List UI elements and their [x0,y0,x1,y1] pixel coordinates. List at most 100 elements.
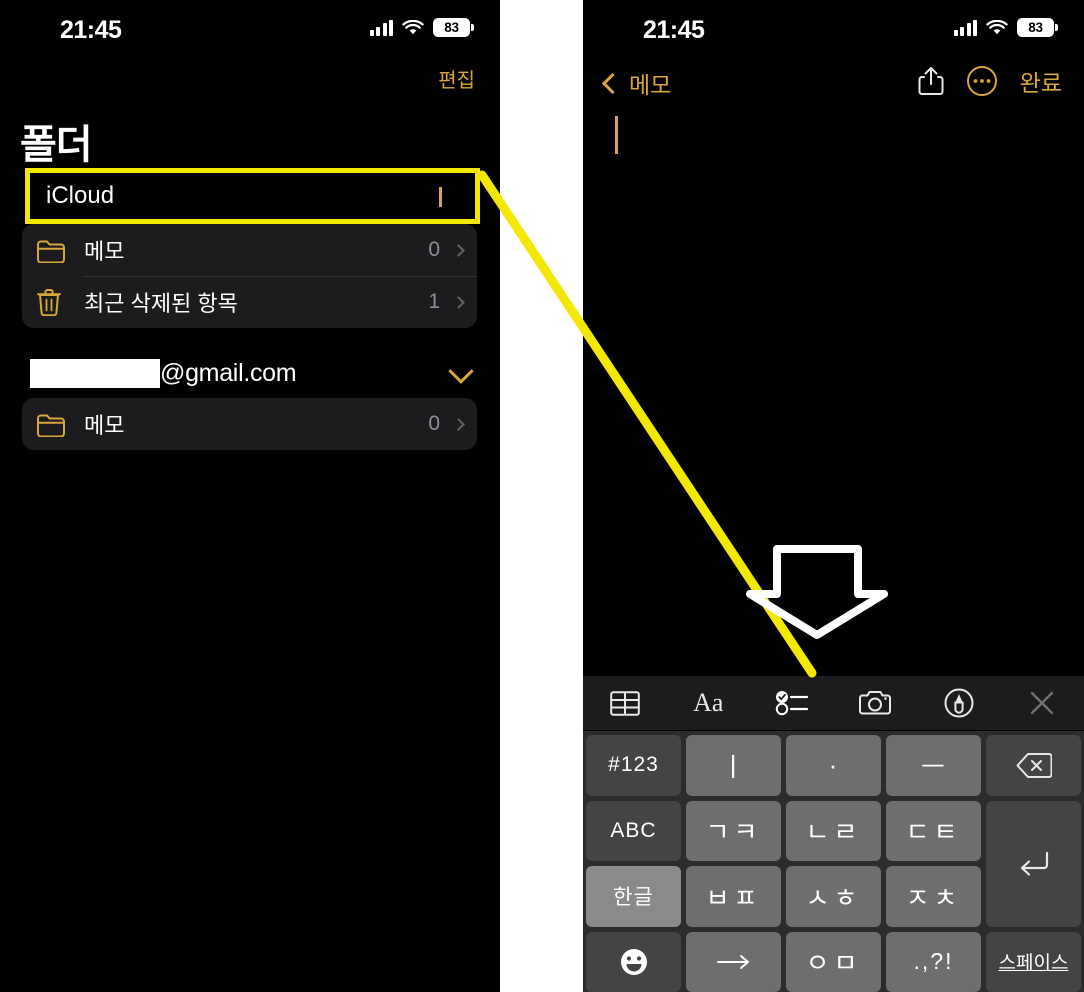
note-text-cursor [615,116,618,154]
chevron-down-icon-gmail [448,358,474,384]
status-indicators: 83 [953,18,1058,37]
chevron-right-icon [452,243,465,257]
status-time: 21:45 [643,16,705,44]
markup-button[interactable] [917,676,1001,730]
page-title: 폴더 [20,123,93,167]
folder-count: 0 [428,412,440,435]
note-format-toolbar: Aa [583,676,1084,730]
folder-row-icloud-recently-deleted[interactable]: 최근 삭제된 항목 1 [22,276,477,328]
folder-icon [36,238,84,263]
note-nav-actions: 완료 [918,64,1062,98]
edit-button[interactable]: 편집 [438,64,475,93]
chevron-down-icon-icloud [439,187,459,207]
back-to-notes-button[interactable]: 메모 [601,66,672,100]
wifi-icon [986,19,1008,34]
folder-count: 1 [428,290,440,313]
key-nieun-rieul[interactable]: ㄴㄹ [786,800,881,861]
folder-list-icloud: 메모 0 최근 삭제된 항목 1 [22,224,477,328]
battery-level: 83 [1028,19,1043,35]
folder-list-gmail: 메모 0 [22,398,477,450]
return-icon [1020,851,1048,876]
folder-row-gmail-memo[interactable]: 메모 0 [22,398,477,450]
close-x-icon [1031,691,1054,715]
format-button[interactable]: Aa [667,676,751,730]
key-space[interactable]: 스페이스 [986,931,1081,992]
folder-name: 메모 [84,413,125,438]
key-label: ㅇㅁ [805,948,862,979]
note-nav-bar: 메모 완료 [583,60,1084,106]
cellular-bars-icon [369,19,393,36]
status-bar-right: 21:45 83 [583,0,1084,56]
trash-icon [36,288,84,316]
done-button[interactable]: 완료 [1020,64,1062,98]
key-return[interactable] [986,800,1081,927]
checklist-icon [775,691,808,716]
table-icon [609,690,640,716]
key-label: ㄷㅌ [905,817,962,848]
key-label: · [828,749,839,780]
key-label: ㅣ [721,751,746,782]
key-siot-hieut[interactable]: ㅅㅎ [786,866,881,927]
battery-icon: 83 [1017,18,1058,37]
key-vowel-dot[interactable]: · [786,735,881,796]
status-indicators: 83 [369,18,474,37]
redacted-email-prefix [30,358,160,388]
camera-button[interactable] [834,676,918,730]
keyboard-grid: #123 ㅣ · ㅡ ABC ㄱㅋ ㄴㄹ ㄷㅌ 한글 ㅂㅍ ㅅㅎ ㅈㅊ ㅇㅁ .… [586,735,1081,992]
battery-icon: 83 [433,18,474,37]
key-punctuation[interactable]: .,?! [886,931,981,992]
close-toolbar-button[interactable] [1001,676,1084,730]
key-arrow-right[interactable] [686,931,781,992]
chevron-right-icon [452,417,465,431]
markup-pen-icon [944,688,974,718]
chevron-left-icon [601,72,624,94]
key-jieut-chieut[interactable]: ㅈㅊ [886,866,981,927]
format-aa-icon: Aa [693,688,724,717]
key-digeut-tieut[interactable]: ㄷㅌ [886,800,981,861]
key-numbers[interactable]: #123 [586,735,681,796]
key-vowel-eu[interactable]: ㅡ [886,735,981,796]
account-name-icloud: iCloud [46,182,115,209]
key-label: .,?! [913,948,954,975]
chevron-right-icon [452,295,465,309]
status-bar-left: 21:45 83 [0,0,500,56]
table-button[interactable] [583,676,667,730]
note-editor-panel: 21:45 83 메모 완료 Aa #123 ㅣ · ㅡ ABC ㄱㅋ ㄴㄹ ㄷ… [583,0,1084,992]
korean-cheonjiin-keyboard: #123 ㅣ · ㅡ ABC ㄱㅋ ㄴㄹ ㄷㅌ 한글 ㅂㅍ ㅅㅎ ㅈㅊ ㅇㅁ .… [583,731,1084,992]
key-emoji[interactable] [586,931,681,992]
key-label: ㅡ [921,751,946,782]
backspace-icon [1016,752,1052,778]
key-label: ㄴㄹ [805,817,862,848]
folder-name: 메모 [84,239,125,264]
key-label: ㅈㅊ [905,882,962,913]
share-icon[interactable] [918,66,944,96]
account-header-gmail[interactable]: @gmail.com [30,350,480,396]
key-bieup-pieup[interactable]: ㅂㅍ [686,866,781,927]
back-button-label: 메모 [629,72,672,98]
status-time: 21:45 [60,16,122,44]
key-hangul[interactable]: 한글 [586,866,681,927]
battery-level: 83 [444,19,459,35]
key-label: ㅂㅍ [705,882,762,913]
key-vowel-i[interactable]: ㅣ [686,735,781,796]
key-backspace[interactable] [986,735,1081,796]
folder-name: 최근 삭제된 항목 [84,291,238,316]
key-label: 스페이스 [998,953,1069,975]
emoji-smiley-icon [620,948,647,975]
folder-count: 0 [428,238,440,261]
arrow-right-icon [716,954,749,969]
folder-row-icloud-memo[interactable]: 메모 0 [22,224,477,276]
camera-icon [859,691,892,715]
key-label: ㄱㅋ [705,817,762,848]
account-header-icloud[interactable]: iCloud [25,168,480,224]
more-circle-icon[interactable] [966,65,998,97]
checklist-button[interactable] [750,676,834,730]
account-name-gmail: @gmail.com [160,358,297,387]
folders-screen-panel: 21:45 83 편집 폴더 iCloud 메모 0 최근 삭제된 항목 1 @… [0,0,500,992]
key-abc[interactable]: ABC [586,800,681,861]
folder-icon [36,412,84,437]
key-giyeok-kieuk[interactable]: ㄱㅋ [686,800,781,861]
cellular-bars-icon [953,19,977,36]
wifi-icon [402,19,424,34]
key-ieung-mieum[interactable]: ㅇㅁ [786,931,881,992]
